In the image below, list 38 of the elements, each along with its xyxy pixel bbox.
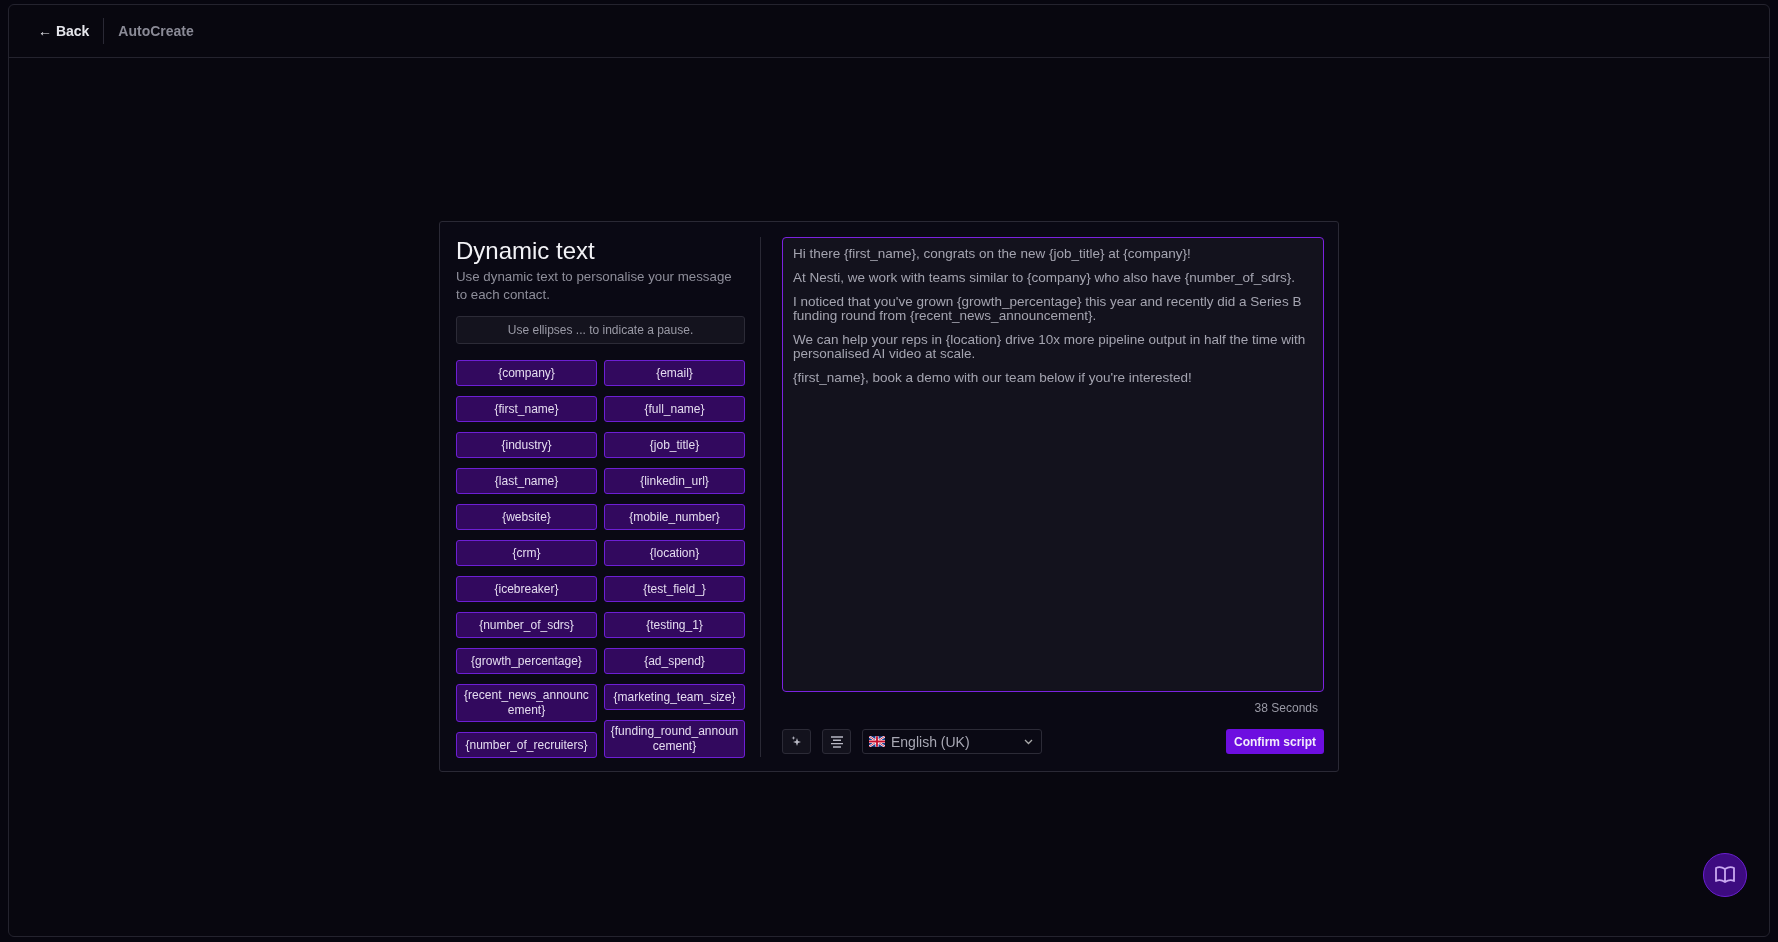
align-center-icon (829, 735, 844, 748)
variable-tag[interactable]: {job_title} (604, 432, 745, 458)
variable-tag[interactable]: {email} (604, 360, 745, 386)
variable-tag[interactable]: {industry} (456, 432, 597, 458)
variable-tag[interactable]: {first_name} (456, 396, 597, 422)
confirm-script-button[interactable]: Confirm script (1226, 729, 1324, 754)
back-link[interactable]: ← Back (38, 23, 90, 39)
flag-icon (869, 736, 885, 747)
variable-tag[interactable]: {crm} (456, 540, 597, 566)
page-title: AutoCreate (118, 23, 194, 39)
help-button[interactable] (1703, 853, 1747, 897)
sparkle-button[interactable] (782, 729, 811, 754)
variable-tag[interactable]: {ad_spend} (604, 648, 745, 674)
language-select[interactable]: English (UK) (862, 729, 1042, 754)
variable-tag[interactable]: {number_of_sdrs} (456, 612, 597, 638)
variable-tag[interactable]: {website} (456, 504, 597, 530)
variable-tag[interactable]: {number_of_recruiters} (456, 732, 597, 758)
variable-tag[interactable]: {linkedin_url} (604, 468, 745, 494)
chevron-down-icon (1024, 738, 1033, 745)
variable-tag[interactable]: {company} (456, 360, 597, 386)
align-button[interactable] (822, 729, 851, 754)
variable-tag[interactable]: {growth_percentage} (456, 648, 597, 674)
variable-tag[interactable]: {test_field_} (604, 576, 745, 602)
book-icon (1714, 865, 1736, 885)
variable-tag[interactable]: {last_name} (456, 468, 597, 494)
variable-tag[interactable]: {recent_news_announcement} (456, 684, 597, 722)
variable-tag[interactable]: {location} (604, 540, 745, 566)
panel-description: Use dynamic text to personalise your message to each contact. (456, 268, 733, 304)
variable-tag[interactable]: {full_name} (604, 396, 745, 422)
variable-tag[interactable]: {testing_1} (604, 612, 745, 638)
duration-label: 38 Seconds (1253, 701, 1318, 715)
variable-tag[interactable]: {icebreaker} (456, 576, 597, 602)
variable-tag[interactable]: {marketing_team_size} (604, 684, 745, 710)
panel-title: Dynamic text (456, 237, 596, 265)
script-editor[interactable]: Hi there {first_name}, congrats on the new {job_title} at {company}! At Nesti, we work with teams similar to {company} who also have {number_of_sdrs}. I noticed that you've grown {growth_percentage} this year and recently did a Series B funding round from {recent_news_announcement}. We can help your reps in {location} drive 10x more pipeline output in half the time with personalised AI video at scale. {first_name}, book a demo with our team below if you're interested! (782, 237, 1324, 692)
variable-tag[interactable]: {mobile_number} (604, 504, 745, 530)
variable-tag[interactable]: {funding_round_announcement} (604, 720, 745, 758)
pause-hint: Use ellipses ... to indicate a pause. (456, 316, 745, 344)
